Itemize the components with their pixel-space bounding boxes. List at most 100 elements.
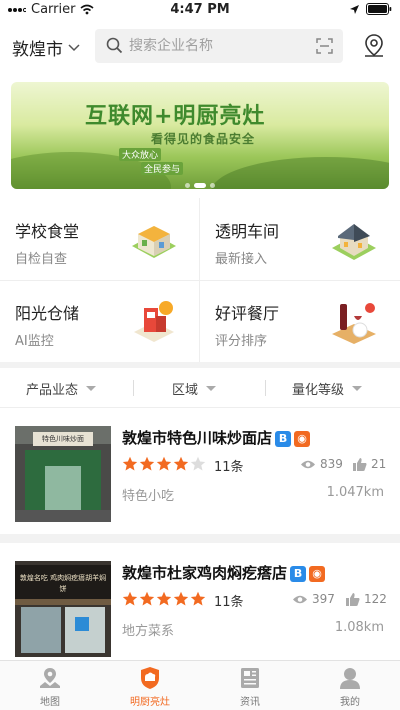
hill-shape [211, 157, 389, 189]
storefront-sign: 特色川味炒面 [42, 435, 84, 443]
banner-subtitle: 看得见的食品安全 [151, 132, 256, 146]
warehouse-icon [134, 301, 174, 342]
rating-stars [122, 591, 206, 607]
review-count: 11条 [214, 595, 244, 610]
like-count-value: 122 [364, 592, 387, 606]
factory-icon [332, 224, 376, 260]
restaurant-name: 敦煌市杜家鸡肉焖疙瘩店 B ◉ [122, 562, 326, 583]
list-item[interactable]: 特色川味炒面 敦煌市特色川味炒面店 B ◉ 11条 839 21 特色小吃 1.04… [0, 408, 400, 543]
filter-bar: 产品业态 区域 量化等级 [0, 368, 400, 408]
certified-badge-icon: ◉ [309, 565, 326, 582]
like-count: 21 [353, 457, 386, 471]
search-input[interactable] [129, 29, 309, 63]
restaurant-distance: 1.047km [326, 485, 384, 500]
review-count: 11条 [214, 460, 244, 475]
location-pin-icon[interactable] [360, 32, 388, 60]
category-school-canteen[interactable]: 学校食堂 自检自查 [0, 198, 200, 280]
star-filled-icon [139, 591, 155, 606]
banner-tag: 全民参与 [141, 162, 184, 175]
restaurant-photo: 敦煌名吃 鸡肉焖疙瘩胡羊焖饼 [15, 561, 111, 657]
star-filled-icon [190, 591, 206, 606]
status-right [349, 3, 392, 15]
tab-profile[interactable]: 我的 [300, 661, 400, 710]
category-subtitle: 自检自查 [15, 252, 68, 267]
wine-dining-icon [332, 303, 376, 344]
category-title: 好评餐厅 [215, 304, 280, 323]
star-filled-icon [156, 591, 172, 606]
thumbs-up-icon [353, 457, 367, 471]
rating-stars [122, 456, 206, 472]
tab-label: 我的 [340, 697, 360, 708]
chevron-down-icon [68, 43, 80, 51]
certified-badge-icon: ◉ [294, 430, 311, 447]
category-title: 阳光仓储 [15, 304, 80, 323]
star-filled-icon [173, 456, 189, 471]
filter-label: 量化等级 [292, 382, 345, 398]
filter-divider [265, 380, 266, 396]
view-count: 397 [292, 592, 335, 606]
star-filled-icon [173, 591, 189, 606]
restaurant-category: 特色小吃 [122, 489, 175, 504]
map-pin-icon [40, 668, 60, 688]
category-transparent-workshop[interactable]: 透明车间 最新接入 [200, 198, 400, 280]
list-item[interactable]: 敦煌名吃 鸡肉焖疙瘩胡羊焖饼 敦煌市杜家鸡肉焖疙瘩店 B ◉ 11条 397 122… [0, 543, 400, 669]
filter-rating-level[interactable]: 量化等级 [292, 368, 363, 408]
thumbs-up-icon [346, 592, 360, 606]
tab-kitchen[interactable]: 明厨亮灶 [100, 661, 200, 710]
view-count: 839 [300, 457, 343, 471]
list-separator [0, 534, 400, 543]
category-sunshine-warehouse[interactable]: 阳光仓储 AI监控 [0, 280, 200, 362]
bottom-tab-bar: 地图 明厨亮灶 资讯 我的 [0, 660, 400, 710]
location-arrow-icon [350, 4, 359, 14]
tab-news[interactable]: 资讯 [200, 661, 300, 710]
tab-label: 明厨亮灶 [130, 697, 170, 708]
scan-icon[interactable] [316, 38, 333, 54]
caret-down-icon [206, 385, 217, 391]
tab-label: 地图 [40, 697, 60, 708]
restaurant-category: 地方菜系 [122, 624, 175, 639]
restaurant-name-text: 敦煌市杜家鸡肉焖疙瘩店 [122, 564, 288, 582]
star-empty-icon [190, 456, 206, 471]
category-grid: 学校食堂 自检自查 透明车间 最新接入 阳光仓储 AI监控 好评餐厅 评分排序 [0, 198, 400, 362]
banner-section: 互联网+明厨亮灶 看得见的食品安全 大众放心 全民参与 [0, 72, 400, 198]
category-title: 透明车间 [215, 222, 280, 241]
caret-down-icon [86, 385, 97, 391]
restaurant-distance: 1.08km [334, 620, 384, 635]
like-count: 122 [346, 592, 387, 606]
category-title: 学校食堂 [15, 222, 80, 241]
star-filled-icon [156, 456, 172, 471]
filter-label: 区域 [172, 382, 199, 398]
eye-icon [301, 460, 315, 468]
star-filled-icon [139, 456, 155, 471]
restaurant-photo: 特色川味炒面 [15, 426, 111, 522]
status-bar: Carrier 4:47 PM [0, 0, 400, 20]
b-badge-icon: B [275, 430, 292, 447]
view-count-value: 397 [312, 592, 335, 606]
promo-banner[interactable]: 互联网+明厨亮灶 看得见的食品安全 大众放心 全民参与 [11, 82, 389, 189]
status-time: 4:47 PM [170, 2, 230, 17]
restaurant-name-text: 敦煌市特色川味炒面店 [122, 429, 273, 447]
filter-business-type[interactable]: 产品业态 [26, 368, 97, 408]
filter-label: 产品业态 [26, 382, 79, 398]
tab-map[interactable]: 地图 [0, 661, 100, 710]
school-building-icon [132, 226, 176, 258]
tab-label: 资讯 [240, 697, 260, 708]
search-icon [106, 37, 123, 54]
carousel-dots[interactable] [185, 183, 215, 188]
search-box[interactable] [95, 29, 343, 63]
city-selector[interactable]: 敦煌市 [12, 35, 80, 60]
view-count-value: 839 [320, 457, 343, 471]
like-count-value: 21 [371, 457, 387, 471]
filter-area[interactable]: 区域 [172, 368, 217, 408]
banner-tag: 大众放心 [119, 148, 162, 161]
category-subtitle: 最新接入 [215, 252, 268, 267]
carousel-dot-active[interactable] [194, 183, 206, 188]
restaurant-list: 特色川味炒面 敦煌市特色川味炒面店 B ◉ 11条 839 21 特色小吃 1.04… [0, 408, 400, 660]
eye-icon [293, 595, 307, 603]
category-top-rated-restaurant[interactable]: 好评餐厅 评分排序 [200, 280, 400, 362]
grid-divider [0, 280, 400, 281]
filter-divider [133, 380, 134, 396]
carousel-dot[interactable] [185, 183, 190, 188]
carousel-dot[interactable] [210, 183, 215, 188]
battery-icon [366, 3, 392, 15]
